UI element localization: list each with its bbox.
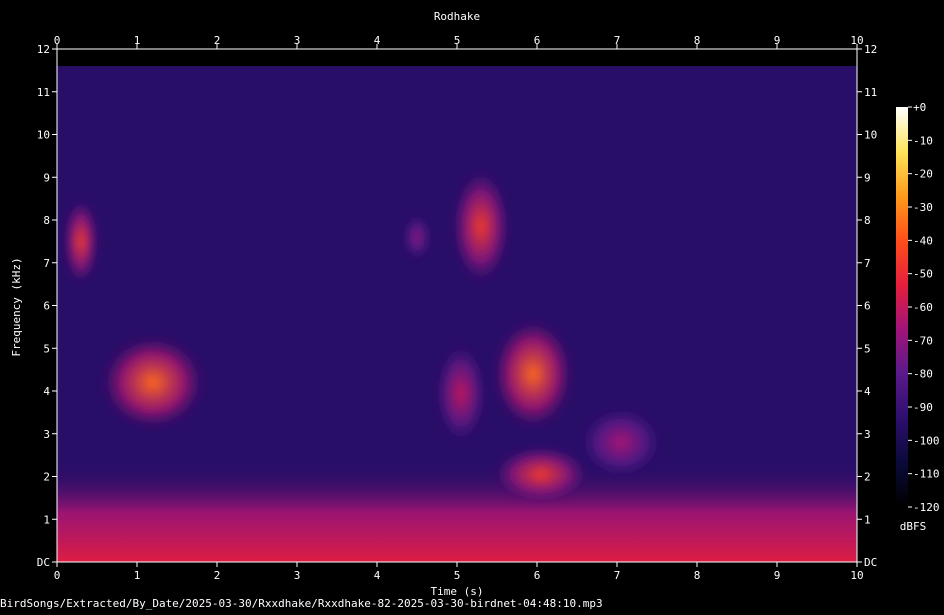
x-tick-label-top: 4 — [374, 34, 381, 47]
y-tick-label: 1 — [43, 513, 50, 526]
colorbar-tick-label: -90 — [913, 401, 933, 414]
colorbar-tick-label: -20 — [913, 168, 933, 181]
colorbar-tick-label: -60 — [913, 301, 933, 314]
x-tick-label: 4 — [374, 569, 381, 582]
colorbar-tick-label: -30 — [913, 201, 933, 214]
energy-blob — [579, 406, 663, 479]
energy-blob — [491, 444, 591, 504]
x-tick-label: 3 — [294, 569, 301, 582]
x-tick-label-top: 6 — [534, 34, 541, 47]
x-tick-label-top: 8 — [694, 34, 701, 47]
y-tick-label-right: 5 — [864, 342, 871, 355]
x-tick-label: 8 — [694, 569, 701, 582]
colorbar: +0 -10 -20 -30 -40 -50 -60 -70 -80 -90 -100 -110 -12… — [896, 101, 940, 514]
y-tick-label-right: DC — [864, 556, 877, 569]
plot-area — [57, 49, 857, 562]
y-tick-label: 6 — [43, 300, 50, 313]
energy-blob — [451, 166, 511, 286]
chart-title: Rodhake — [434, 10, 480, 23]
energy-blob — [435, 342, 487, 445]
y-tick-label-right: 2 — [864, 471, 871, 484]
energy-blob — [403, 214, 431, 261]
colorbar-label: dBFS — [900, 520, 927, 533]
x-tick-label-top: 7 — [614, 34, 621, 47]
x-tick-label-top: 5 — [454, 34, 461, 47]
y-tick-label: 7 — [43, 257, 50, 270]
y-tick-label: 12 — [37, 43, 50, 56]
colorbar-tick-label: -80 — [913, 368, 933, 381]
y-tick-label: 10 — [37, 129, 50, 142]
y-tick-label: DC — [37, 556, 50, 569]
x-tick-label: 6 — [534, 569, 541, 582]
energy-blob — [491, 316, 575, 432]
y-tick-label-right: 12 — [864, 43, 877, 56]
y-axis-label: Frequency (kHz) — [10, 257, 23, 356]
x-tick-label-top: 0 — [54, 34, 61, 47]
x-tick-label: 2 — [214, 569, 221, 582]
low-frequency-band — [57, 463, 857, 562]
source-file-path: BirdSongs/Extracted/By_Date/2025-03-30/R… — [0, 597, 603, 610]
colorbar-tick-label: -120 — [913, 501, 940, 514]
spectrogram-svg: Rodhake 001122334455667788991010DC DC1 12 2… — [10, 10, 940, 598]
y-tick-label-right: 6 — [864, 300, 871, 313]
y-tick-label: 3 — [43, 428, 50, 441]
y-tick-label: 2 — [43, 471, 50, 484]
x-tick-label: 10 — [850, 569, 863, 582]
y-tick-label-right: 11 — [864, 86, 877, 99]
y-tick-label-right: 8 — [864, 214, 871, 227]
x-tick-label: 7 — [614, 569, 621, 582]
colorbar-tick-label: +0 — [913, 101, 926, 114]
x-tick-label: 9 — [774, 569, 781, 582]
x-tick-label-top: 10 — [850, 34, 863, 47]
y-tick-label: 4 — [43, 385, 50, 398]
colorbar-gradient — [896, 107, 908, 507]
y-tick-label-right: 7 — [864, 257, 871, 270]
colorbar-tick-label: -100 — [913, 434, 940, 447]
y-tick-label: 9 — [43, 171, 50, 184]
y-tick-label-right: 1 — [864, 513, 871, 526]
spectrogram-figure: Rodhake 0 0 1 1 2 2 3 3 4 4 5 5 6 6 7 7 8 8 9 9 10 10 DC DC 1 1 2 2… — [0, 0, 944, 611]
x-tick-label-top: 3 — [294, 34, 301, 47]
colorbar-tick-label: -70 — [913, 334, 933, 347]
y-tick-label: 5 — [43, 342, 50, 355]
y-tick-label-right: 9 — [864, 171, 871, 184]
x-tick-label: 0 — [54, 569, 61, 582]
x-tick-label-top: 2 — [214, 34, 221, 47]
y-tick-label-right: 4 — [864, 385, 871, 398]
colorbar-tick-label: -40 — [913, 234, 933, 247]
y-tick-label: 8 — [43, 214, 50, 227]
colorbar-tick-label: -110 — [913, 468, 940, 481]
x-tick-label: 5 — [454, 569, 461, 582]
colorbar-tick-label: -10 — [913, 134, 933, 147]
y-tick-label-right: 10 — [864, 129, 877, 142]
colorbar-tick-label: -50 — [913, 268, 933, 281]
x-tick-label-top: 1 — [134, 34, 141, 47]
x-tick-label-top: 9 — [774, 34, 781, 47]
energy-blob — [63, 196, 99, 286]
x-tick-label: 1 — [134, 569, 141, 582]
y-tick-label-right: 3 — [864, 428, 871, 441]
y-tick-label: 11 — [37, 86, 50, 99]
energy-blob — [99, 333, 207, 432]
